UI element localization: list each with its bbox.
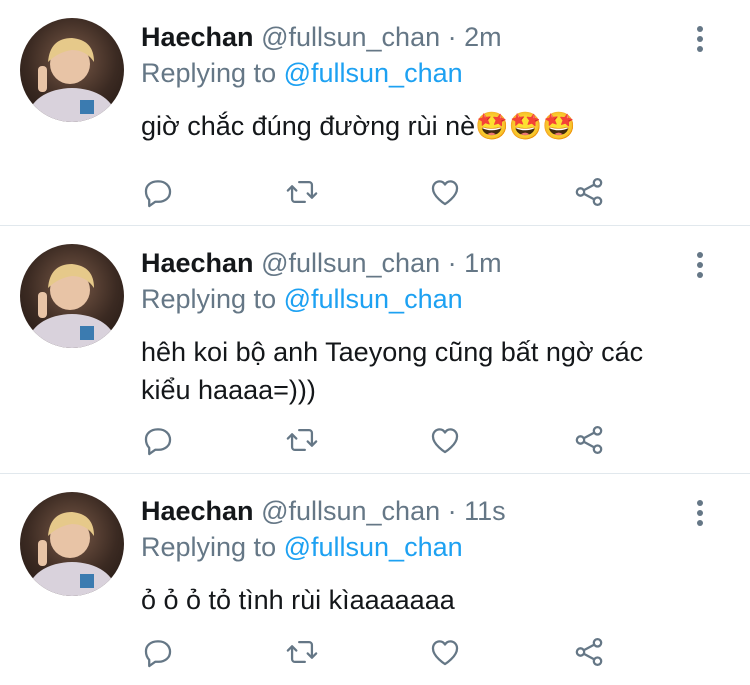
like-button[interactable]: [425, 420, 465, 460]
tweet-header: Haechan @fullsun_chan · 1m: [141, 244, 502, 282]
avatar[interactable]: [20, 244, 124, 348]
tweet-actions: [0, 172, 750, 212]
tweet-text: giờ chắc đúng đường rùi nè🤩🤩🤩: [141, 111, 577, 141]
avatar[interactable]: [20, 18, 124, 122]
share-button[interactable]: [569, 420, 609, 460]
tweet-text: ỏ ỏ ỏ tỏ tình rùi kìaaaaaaa: [141, 585, 455, 615]
avatar[interactable]: [20, 492, 124, 596]
more-icon[interactable]: [694, 26, 706, 56]
separator: ·: [447, 496, 457, 526]
tweet-actions: [0, 420, 750, 460]
like-icon: [431, 640, 459, 666]
mention-link[interactable]: @fullsun_chan: [284, 532, 463, 562]
share-button[interactable]: [569, 172, 609, 212]
separator: ·: [447, 248, 457, 278]
timestamp[interactable]: 2m: [464, 22, 502, 52]
tweet-header: Haechan @fullsun_chan · 11s: [141, 492, 506, 530]
display-name[interactable]: Haechan: [141, 22, 254, 52]
like-button[interactable]: [425, 632, 465, 672]
timestamp[interactable]: 11s: [464, 496, 506, 526]
tweet-text: hêh koi bộ anh Taeyong cũng bất ngờ các …: [141, 337, 644, 405]
display-name[interactable]: Haechan: [141, 496, 254, 526]
tweet[interactable]: Haechan @fullsun_chan · 2m Replying to @…: [0, 0, 750, 226]
reply-button[interactable]: [138, 632, 178, 672]
reply-button[interactable]: [138, 420, 178, 460]
replying-to: Replying to @fullsun_chan: [141, 54, 463, 92]
tweet-actions: [0, 632, 750, 672]
retweet-button[interactable]: [282, 172, 322, 212]
tweet[interactable]: Haechan @fullsun_chan · 1m Replying to @…: [0, 226, 750, 474]
reply-icon: [144, 640, 172, 668]
retweet-icon: [286, 640, 318, 664]
mention-link[interactable]: @fullsun_chan: [284, 58, 463, 88]
share-icon: [575, 637, 603, 667]
more-icon[interactable]: [694, 252, 706, 282]
like-icon: [431, 180, 459, 206]
display-name[interactable]: Haechan: [141, 248, 254, 278]
replying-to-label: Replying to: [141, 284, 284, 314]
replying-to-label: Replying to: [141, 532, 284, 562]
reply-icon: [144, 428, 172, 456]
like-button[interactable]: [425, 172, 465, 212]
reply-icon: [144, 180, 172, 208]
replying-to: Replying to @fullsun_chan: [141, 528, 463, 566]
retweet-icon: [286, 428, 318, 452]
user-handle[interactable]: @fullsun_chan: [261, 496, 440, 526]
more-icon[interactable]: [694, 500, 706, 530]
retweet-icon: [286, 180, 318, 204]
tweet-header: Haechan @fullsun_chan · 2m: [141, 18, 502, 56]
timestamp[interactable]: 1m: [464, 248, 502, 278]
mention-link[interactable]: @fullsun_chan: [284, 284, 463, 314]
share-icon: [575, 425, 603, 455]
separator: ·: [447, 22, 457, 52]
tweet[interactable]: Haechan @fullsun_chan · 11s Replying to …: [0, 474, 750, 685]
share-icon: [575, 177, 603, 207]
like-icon: [431, 428, 459, 454]
replying-to: Replying to @fullsun_chan: [141, 280, 463, 318]
user-handle[interactable]: @fullsun_chan: [261, 248, 440, 278]
replying-to-label: Replying to: [141, 58, 284, 88]
reply-button[interactable]: [138, 172, 178, 212]
share-button[interactable]: [569, 632, 609, 672]
user-handle[interactable]: @fullsun_chan: [261, 22, 440, 52]
retweet-button[interactable]: [282, 632, 322, 672]
retweet-button[interactable]: [282, 420, 322, 460]
